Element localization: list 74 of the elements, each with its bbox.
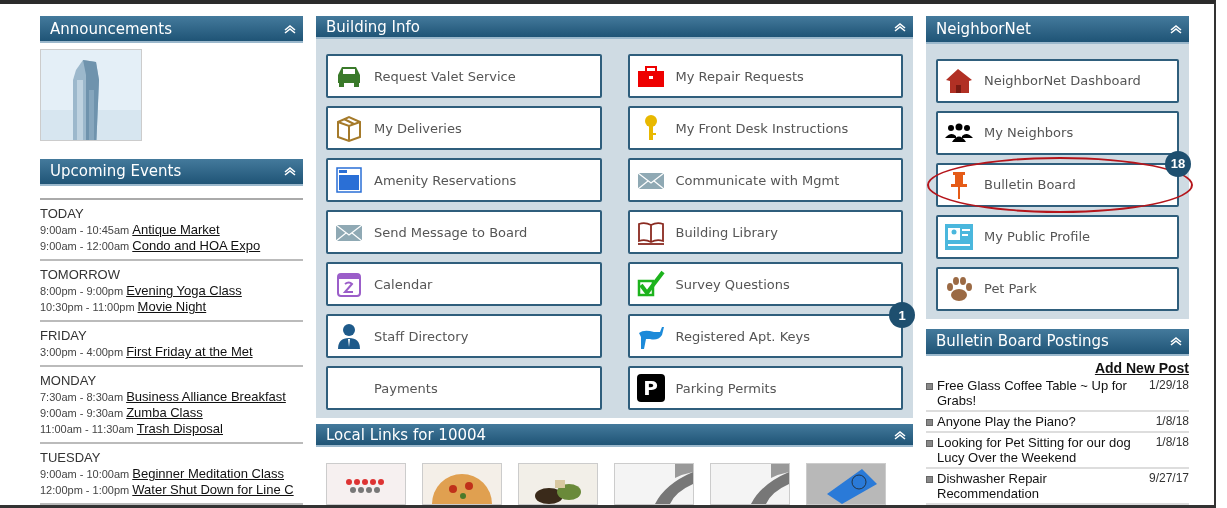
menu-tile[interactable]: NeighborNet Dashboard xyxy=(936,58,1179,103)
panel-title: Upcoming Events xyxy=(50,162,182,181)
event-link[interactable]: Business Alliance Breakfast xyxy=(126,389,286,404)
menu-tile[interactable]: Calendar xyxy=(326,262,602,306)
profile-card-icon xyxy=(944,221,974,252)
post-link[interactable]: Dishwasher Repair Recommendation xyxy=(937,471,1141,501)
post-link[interactable]: Looking for Pet Sitting for our dog Lucy Over the Weekend xyxy=(937,435,1148,465)
day-heading: TOMORROW xyxy=(40,267,121,283)
menu-tile[interactable]: My Front Desk Instructions xyxy=(627,106,903,150)
menu-tile[interactable]: Pet Park xyxy=(936,266,1179,311)
event-time: 7:30am - 8:30am xyxy=(40,391,124,403)
event-time: 11:00am - 11:30am xyxy=(40,423,134,435)
collapse-icon[interactable] xyxy=(1169,336,1183,347)
post-link[interactable]: Free Glass Coffee Table ~ Up for Grabs! xyxy=(937,378,1141,408)
panel-title: Local Links for 10004 xyxy=(326,425,487,444)
bullet-icon xyxy=(926,476,933,483)
post-link[interactable]: Anyone Play the Piano? xyxy=(937,414,1148,429)
post-date: 9/27/17 xyxy=(1148,471,1189,486)
count-badge: 1 xyxy=(889,302,915,328)
collapse-icon[interactable] xyxy=(283,23,297,34)
count-badge: 18 xyxy=(1165,150,1191,177)
post-date: 1/8/18 xyxy=(1155,435,1189,450)
menu-tile[interactable]: P Parking Permits xyxy=(627,366,903,410)
package-icon xyxy=(334,113,364,143)
event-link[interactable]: Water Shut Down for Line C xyxy=(132,482,294,497)
calendar-icon xyxy=(334,165,364,195)
parking-icon: P xyxy=(636,374,665,402)
menu-tile[interactable]: My Repair Requests xyxy=(627,54,903,98)
menu-tile[interactable]: Staff Directory xyxy=(326,314,602,358)
menu-tile[interactable]: My Neighbors xyxy=(936,110,1179,155)
event-link[interactable]: Zumba Class xyxy=(126,405,203,420)
menu-tile[interactable]: Send Message to Board xyxy=(326,210,602,254)
menu-tile[interactable]: Survey Questions xyxy=(627,262,903,306)
event-link[interactable]: First Friday at the Met xyxy=(126,344,253,359)
day-heading: MONDAY xyxy=(40,373,98,389)
event-time: 9:00am - 10:00am xyxy=(40,468,130,480)
menu-tile[interactable]: My Deliveries xyxy=(326,106,602,150)
panel-title: Announcements xyxy=(50,19,172,38)
collapse-icon[interactable] xyxy=(893,429,907,440)
event-time: 9:00am - 10:45am xyxy=(40,224,130,236)
post-date: 1/29/18 xyxy=(1148,378,1189,393)
panel-title: Bulletin Board Postings xyxy=(936,332,1109,351)
panel-title: Building Info xyxy=(326,17,420,36)
menu-tile[interactable]: My Public Profile xyxy=(936,214,1179,259)
event-time: 10:30pm - 11:00pm xyxy=(40,301,135,313)
bullet-icon xyxy=(926,383,933,390)
event-time: 9:00am - 12:00am xyxy=(40,240,130,252)
checkmark-icon xyxy=(635,269,666,299)
event-link[interactable]: Evening Yoga Class xyxy=(126,283,242,298)
event-time: 3:00pm - 4:00pm xyxy=(40,346,124,358)
bullet-icon xyxy=(926,440,933,447)
event-link[interactable]: Trash Disposal xyxy=(136,421,223,436)
event-link[interactable]: Beginner Meditation Class xyxy=(132,466,285,481)
menu-tile[interactable]: Request Valet Service xyxy=(326,54,602,98)
menu-tile[interactable]: Payments xyxy=(326,366,602,410)
panel-title: NeighborNet xyxy=(936,19,1031,38)
post-date: 1/8/18 xyxy=(1155,414,1189,429)
add-post-link[interactable]: Add New Post xyxy=(1094,360,1189,376)
menu-tile[interactable]: Communicate with Mgmt xyxy=(627,158,903,202)
bullet-icon xyxy=(926,419,933,426)
day-heading: TUESDAY xyxy=(40,450,102,466)
day-heading: FRIDAY xyxy=(40,328,88,344)
collapse-icon[interactable] xyxy=(1169,23,1183,34)
menu-tile[interactable]: Building Library xyxy=(627,210,903,254)
event-time: 9:00am - 9:30am xyxy=(40,407,124,419)
day-heading: TODAY xyxy=(40,206,85,222)
collapse-icon[interactable] xyxy=(893,21,907,32)
event-time: 8:00pm - 9:00pm xyxy=(40,285,124,297)
event-link[interactable]: Antique Market xyxy=(132,222,220,237)
collapse-icon[interactable] xyxy=(283,166,297,177)
event-time: 12:00pm - 1:00pm xyxy=(40,484,130,496)
event-link[interactable]: Condo and HOA Expo xyxy=(132,238,261,253)
event-link[interactable]: Movie Night xyxy=(137,299,207,314)
menu-tile[interactable]: Amenity Reservations xyxy=(326,158,602,202)
